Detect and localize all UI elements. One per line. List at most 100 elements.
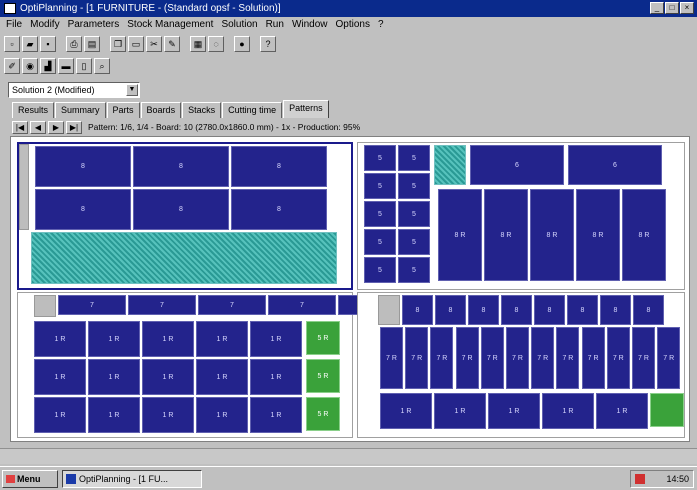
print-button[interactable]: ⎙ [66,36,82,52]
part-piece[interactable]: 1 R [196,359,248,395]
part-piece[interactable]: 8 R [438,189,482,281]
part-piece[interactable]: 7 R [480,327,504,389]
part-piece[interactable]: 5 [398,229,430,255]
remnant-piece[interactable] [650,393,684,427]
part-piece[interactable]: 1 R [88,321,140,357]
part-piece[interactable]: 8 [633,295,664,325]
part-piece[interactable]: 8 R [622,189,666,281]
part-piece[interactable]: 1 R [434,393,486,429]
part-piece[interactable]: 8 [231,189,327,230]
part-piece[interactable]: 8 [600,295,631,325]
minimize-button[interactable]: _ [650,2,664,14]
tab-summary[interactable]: Summary [55,102,106,118]
part-piece[interactable]: 7 [198,295,266,315]
remnant-piece[interactable]: 5 R [306,359,340,393]
part-piece[interactable]: 8 [567,295,598,325]
menu-modify[interactable]: Modify [30,17,59,32]
part-piece[interactable]: 8 R [576,189,620,281]
menu-run[interactable]: Run [266,17,284,32]
part-piece[interactable]: 5 [398,145,430,171]
part-piece[interactable]: 8 R [484,189,528,281]
zoom-button[interactable]: ⌕ [94,58,110,74]
part-piece[interactable]: 7 R [581,327,605,389]
trim-area[interactable] [19,144,29,230]
first-pattern-button[interactable]: |◀ [12,120,28,134]
part-piece[interactable]: 5 [364,201,396,227]
machine-button[interactable]: ▟ [40,58,56,74]
part-piece[interactable]: 7 [58,295,126,315]
previous-pattern-button[interactable]: ◀ [30,120,46,134]
part-piece[interactable]: 7 R [455,327,479,389]
menu-help[interactable]: ? [378,17,384,32]
part-piece[interactable]: 1 R [488,393,540,429]
part-piece[interactable]: 1 R [142,321,194,357]
part-piece[interactable]: 7 R [632,327,655,389]
part-piece[interactable]: 8 [133,146,229,187]
part-piece[interactable]: 7 R [531,327,555,389]
part-piece[interactable]: 5 [398,201,430,227]
part-piece[interactable]: 5 [398,257,430,283]
remnant-piece[interactable]: 5 R [306,397,340,431]
part-piece[interactable]: 5 [364,145,396,171]
part-piece[interactable]: 7 [128,295,196,315]
part-piece[interactable]: 8 [468,295,499,325]
last-pattern-button[interactable]: ▶| [66,120,82,134]
waste-area[interactable] [31,232,337,284]
menu-solution[interactable]: Solution [221,17,257,32]
pattern-4[interactable]: 888888887 R7 R7 R7 R7 R7 R7 R7 R7 R7 R7 … [357,292,685,438]
part-piece[interactable]: 7 R [606,327,630,389]
tab-cutting-time[interactable]: Cutting time [222,102,283,118]
trim-area[interactable] [34,295,56,317]
part-piece[interactable]: 7 R [506,327,529,389]
tab-stacks[interactable]: Stacks [182,102,222,118]
menu-stock-management[interactable]: Stock Management [127,17,213,32]
cut-button[interactable]: ✂ [146,36,162,52]
disk-button[interactable]: ◉ [22,58,38,74]
tab-boards[interactable]: Boards [140,102,182,118]
tab-parts[interactable]: Parts [106,102,140,118]
part-piece[interactable]: 8 R [530,189,574,281]
part-piece[interactable]: 1 R [88,397,140,433]
next-pattern-button[interactable]: ▶ [48,120,64,134]
part-piece[interactable]: 8 [501,295,532,325]
menu-file[interactable]: File [6,17,22,32]
part-piece[interactable]: 7 [268,295,336,315]
part-piece[interactable]: 7 R [556,327,580,389]
part-piece[interactable]: 1 R [542,393,594,429]
part-piece[interactable]: 1 R [250,321,302,357]
part-piece[interactable]: 6 [470,145,564,185]
part-piece[interactable]: 7 R [405,327,429,389]
open-button[interactable]: ▰ [22,36,38,52]
part-piece[interactable]: 5 [398,173,430,199]
copy-button[interactable]: ❐ [110,36,126,52]
part-piece[interactable]: 1 R [380,393,432,429]
part-piece[interactable]: 1 R [142,397,194,433]
part-piece[interactable]: 8 [133,189,229,230]
maximize-button[interactable]: □ [665,2,679,14]
remnant-piece[interactable]: 5 R [306,321,340,355]
part-piece[interactable]: 8 [231,146,327,187]
pen-button[interactable]: ✐ [4,58,20,74]
part-piece[interactable]: 1 R [142,359,194,395]
part-piece[interactable]: 8 [402,295,433,325]
part-piece[interactable]: 5 [364,229,396,255]
calc-button[interactable]: ▦ [190,36,206,52]
chevron-down-icon[interactable]: ▼ [126,84,138,96]
pattern-1[interactable]: 888888 [17,142,353,290]
part-piece[interactable]: 1 R [596,393,648,429]
volume-icon[interactable] [635,474,645,484]
help-button[interactable]: ? [260,36,276,52]
new-button[interactable]: ▫ [4,36,20,52]
part-piece[interactable]: 1 R [34,359,86,395]
save-button[interactable]: ▪ [40,36,56,52]
edit-button[interactable]: ✎ [164,36,180,52]
part-piece[interactable]: 8 [435,295,466,325]
page-button[interactable]: ▯ [76,58,92,74]
part-piece[interactable]: 1 R [34,321,86,357]
screen-button[interactable]: ▬ [58,58,74,74]
tab-patterns[interactable]: Patterns [283,100,329,118]
part-piece[interactable]: 8 [534,295,565,325]
menu-window[interactable]: Window [292,17,328,32]
part-piece[interactable]: 5 [364,257,396,283]
part-piece[interactable]: 1 R [88,359,140,395]
